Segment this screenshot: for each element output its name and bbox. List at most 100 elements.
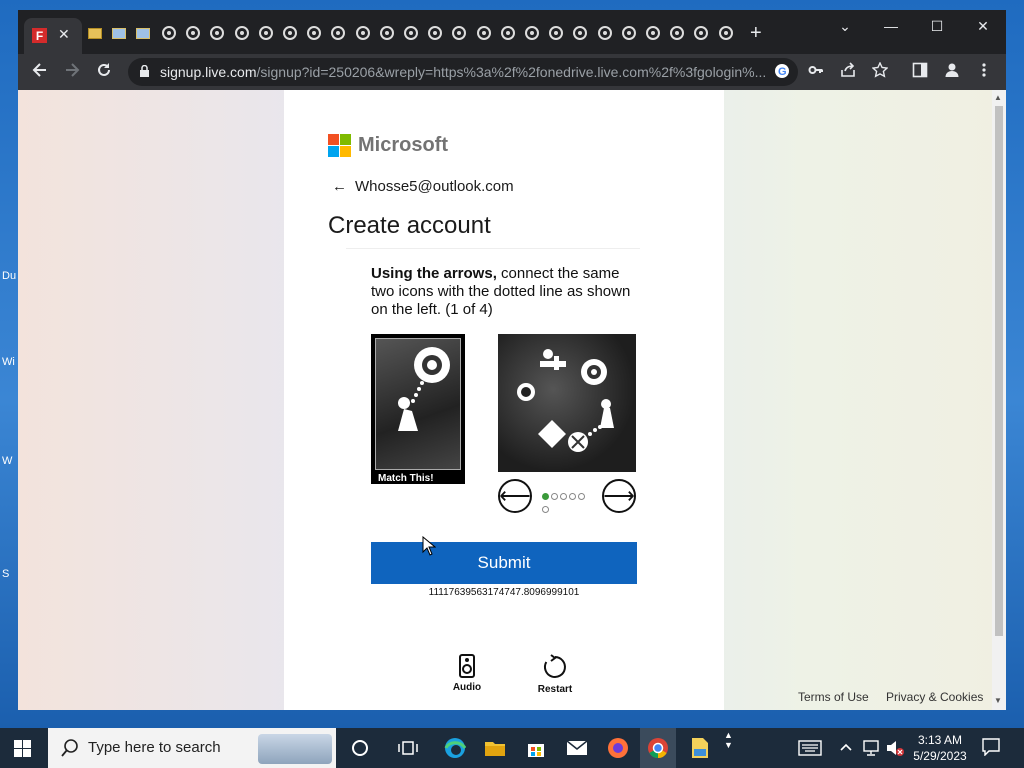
profile-icon[interactable] bbox=[944, 62, 960, 82]
scroll-up-icon[interactable]: ▲ bbox=[994, 93, 1002, 102]
pawn-icon bbox=[600, 399, 614, 428]
chrome-icon bbox=[597, 26, 612, 40]
scroll-thumb[interactable] bbox=[995, 106, 1003, 636]
mail-icon[interactable] bbox=[565, 736, 589, 760]
tab-chrome[interactable] bbox=[184, 24, 202, 42]
microsoft-wordmark: Microsoft bbox=[358, 134, 448, 156]
task-view-icon[interactable] bbox=[396, 736, 420, 760]
reload-icon[interactable] bbox=[92, 61, 116, 84]
chrome-icon bbox=[331, 26, 346, 40]
microsoft-logo-icon bbox=[328, 134, 352, 158]
tab-chrome[interactable] bbox=[426, 24, 444, 42]
edge-icon[interactable] bbox=[443, 736, 467, 760]
forward-icon[interactable] bbox=[60, 61, 84, 84]
tab-chrome[interactable] bbox=[329, 24, 347, 42]
audio-label: Audio bbox=[452, 682, 482, 693]
terms-of-use-link[interactable]: Terms of Use bbox=[798, 690, 869, 704]
tab-chrome[interactable] bbox=[160, 24, 178, 42]
new-tab-button[interactable]: + bbox=[750, 23, 762, 43]
tab-chrome[interactable] bbox=[378, 24, 396, 42]
tab-chrome[interactable] bbox=[668, 24, 686, 42]
submit-button[interactable]: Submit bbox=[371, 542, 637, 584]
share-icon[interactable] bbox=[840, 62, 856, 82]
tab-chrome[interactable] bbox=[692, 24, 710, 42]
search-highlight-image bbox=[258, 734, 332, 764]
back-icon[interactable] bbox=[28, 61, 52, 84]
chrome-icon bbox=[646, 26, 660, 40]
tab-chrome[interactable] bbox=[281, 24, 299, 42]
show-hidden-icons-icon[interactable] bbox=[840, 740, 852, 755]
tab-active[interactable]: F ✕ bbox=[24, 18, 82, 54]
pagination-dot bbox=[542, 506, 549, 513]
tab-chrome[interactable] bbox=[233, 24, 251, 42]
tab-chrome[interactable] bbox=[208, 24, 226, 42]
next-arrow-button[interactable]: ⟶ bbox=[602, 479, 636, 513]
keyboard-layout-icon[interactable] bbox=[798, 740, 822, 759]
back-to-email-link[interactable]: ← Whosse5@outlook.com bbox=[332, 178, 514, 195]
tab-chrome[interactable] bbox=[596, 24, 614, 42]
tab-folder[interactable] bbox=[86, 24, 104, 42]
clock[interactable]: 3:13 AM 5/29/2023 bbox=[900, 732, 980, 764]
chrome-taskbar-icon[interactable] bbox=[640, 728, 676, 768]
tab-chrome[interactable] bbox=[475, 24, 493, 42]
network-icon[interactable] bbox=[862, 740, 880, 759]
page-scrollbar[interactable]: ▲ ▼ bbox=[992, 90, 1006, 710]
pagination-dot bbox=[578, 493, 585, 500]
audio-button[interactable]: Audio bbox=[442, 654, 492, 693]
tab-chrome[interactable] bbox=[402, 24, 420, 42]
side-panel-icon[interactable] bbox=[912, 62, 928, 82]
tab-computer[interactable] bbox=[110, 24, 128, 42]
tab-chrome[interactable] bbox=[547, 24, 565, 42]
chrome-icon bbox=[355, 26, 370, 40]
restart-button[interactable]: Restart bbox=[530, 654, 580, 695]
desktop-icon-label[interactable]: Du bbox=[2, 270, 16, 282]
crossed-circle-icon bbox=[568, 432, 588, 452]
files-app-icon[interactable] bbox=[688, 736, 712, 760]
dotted-line bbox=[588, 425, 602, 436]
minimize-button[interactable]: — bbox=[876, 18, 906, 34]
desktop-icon-label[interactable]: S bbox=[2, 568, 9, 580]
key-icon[interactable] bbox=[808, 62, 824, 82]
scroll-down-icon[interactable]: ▼ bbox=[994, 696, 1002, 705]
lock-icon[interactable] bbox=[140, 65, 149, 77]
chrome-icon bbox=[258, 26, 273, 40]
store-icon[interactable] bbox=[524, 736, 548, 760]
close-window-button[interactable]: ✕ bbox=[968, 18, 998, 35]
tab-close-icon[interactable]: ✕ bbox=[58, 26, 70, 43]
taskbar-scroll-icon[interactable]: ▲ ▼ bbox=[724, 730, 733, 750]
tab-computer[interactable] bbox=[134, 24, 152, 42]
address-bar[interactable]: signup.live.com/signup?id=250206&wreply=… bbox=[128, 58, 798, 86]
windows-start-icon[interactable] bbox=[14, 740, 32, 758]
tab-chrome[interactable] bbox=[257, 24, 275, 42]
tab-chrome[interactable] bbox=[523, 24, 541, 42]
url-host: signup.live.com bbox=[160, 64, 257, 80]
notifications-icon[interactable] bbox=[982, 738, 1000, 759]
google-icon[interactable]: G bbox=[774, 63, 790, 82]
firefox-icon[interactable] bbox=[606, 736, 630, 760]
tab-chrome[interactable] bbox=[450, 24, 468, 42]
maximize-button[interactable]: ☐ bbox=[922, 18, 952, 35]
previous-arrow-button[interactable]: ⟵ bbox=[498, 479, 532, 513]
file-explorer-icon[interactable] bbox=[483, 736, 507, 760]
tab-chrome[interactable] bbox=[305, 24, 323, 42]
search-placeholder: Type here to search bbox=[88, 739, 221, 756]
tab-search-dropdown-icon[interactable]: ⌄ bbox=[830, 18, 860, 35]
tab-chrome[interactable] bbox=[620, 24, 638, 42]
star-icon[interactable] bbox=[871, 61, 889, 82]
restart-icon bbox=[543, 654, 566, 678]
privacy-cookies-link[interactable]: Privacy & Cookies bbox=[886, 690, 983, 704]
cortana-icon[interactable] bbox=[348, 736, 372, 760]
signup-card: Microsoft ← Whosse5@outlook.com Create ac… bbox=[284, 90, 724, 710]
tab-chrome[interactable] bbox=[717, 24, 735, 42]
taskbar-search[interactable]: Type here to search bbox=[48, 728, 336, 768]
menu-icon[interactable] bbox=[976, 62, 992, 82]
tab-chrome[interactable] bbox=[354, 24, 372, 42]
captcha-instructions: Using the arrows, connect the same two i… bbox=[371, 265, 641, 319]
desktop-icon-label[interactable]: W bbox=[2, 455, 12, 467]
desktop-icon-label[interactable]: Wi bbox=[2, 356, 15, 368]
tab-chrome[interactable] bbox=[571, 24, 589, 42]
chrome-icon bbox=[283, 26, 297, 40]
url-text[interactable]: signup.live.com/signup?id=250206&wreply=… bbox=[160, 64, 766, 80]
tab-chrome[interactable] bbox=[644, 24, 662, 42]
tab-chrome[interactable] bbox=[499, 24, 517, 42]
